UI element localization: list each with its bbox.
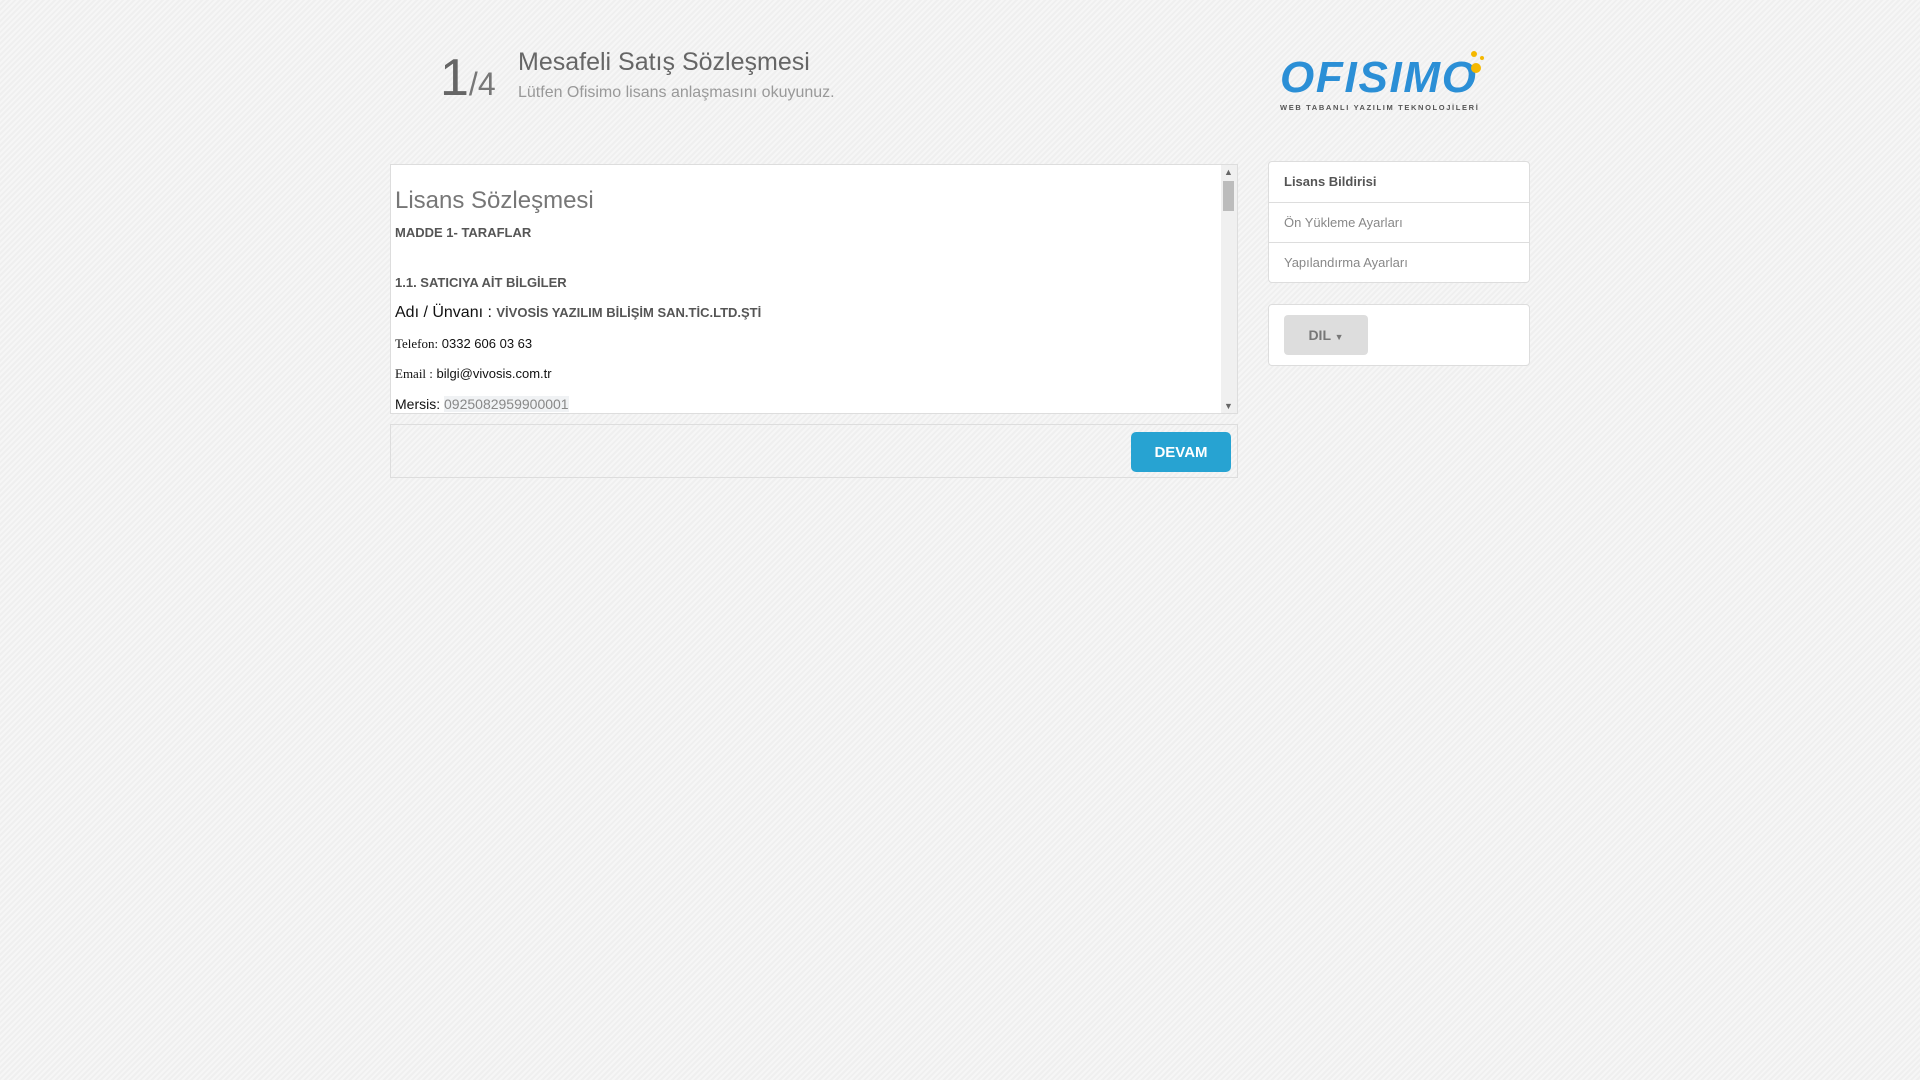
phone-label: Telefon: [395, 336, 439, 351]
menu-item-license-notice[interactable]: Lisans Bildirisi [1269, 162, 1529, 202]
email-value: bilgi@vivosis.com.tr [436, 366, 552, 381]
mersis-label: Mersis: [395, 396, 441, 412]
ofisimo-logo: OFISIMO WEB TABANLI YAZILIM TEKNOLOJİLER… [1280, 51, 1484, 112]
contract-section: 1.1. SATICIYA AİT BİLGİLER [395, 275, 567, 290]
contract-scroll-area[interactable]: Lisans Sözleşmesi MADDE 1- TARAFLAR 1.1.… [390, 164, 1238, 414]
caret-down-icon: ▼ [1334, 332, 1344, 342]
scroll-down-icon[interactable]: ▼ [1224, 401, 1233, 411]
continue-button[interactable]: DEVAM [1131, 432, 1231, 472]
svg-text:WEB TABANLI YAZILIM TEKNOLOJİL: WEB TABANLI YAZILIM TEKNOLOJİLERİ [1280, 103, 1480, 112]
scroll-up-icon[interactable]: ▲ [1224, 167, 1233, 177]
email-label: Email : [395, 366, 433, 381]
name-label: Adı / Ünvanı : [395, 304, 492, 321]
mersis-value: 0925082959900001 [444, 396, 569, 412]
step-current: 1 [440, 49, 469, 107]
page-subtitle: Lütfen Ofisimo lisans anlaşmasını okuyun… [518, 84, 835, 101]
language-dropdown[interactable]: DIL ▼ [1284, 315, 1368, 355]
steps-menu: Lisans Bildirisi Ön Yükleme Ayarları Yap… [1268, 161, 1530, 283]
page-title: Mesafeli Satış Sözleşmesi [518, 48, 810, 76]
scrollbar-thumb[interactable] [1223, 181, 1234, 211]
action-bar: DEVAM [390, 424, 1238, 478]
scrollbar[interactable]: ▲ ▼ [1221, 165, 1237, 413]
step-total: /4 [468, 66, 496, 102]
contract-heading: Lisans Sözleşmesi [395, 187, 594, 214]
menu-item-preload-settings[interactable]: Ön Yükleme Ayarları [1269, 202, 1529, 242]
language-label: DIL [1308, 327, 1331, 343]
name-value: VİVOSİS YAZILIM BİLİŞİM SAN.TİC.LTD.ŞTİ [496, 305, 762, 320]
contract-article: MADDE 1- TARAFLAR [395, 225, 532, 240]
language-panel: DIL ▼ [1268, 304, 1530, 366]
svg-text:OFISIMO: OFISIMO [1280, 53, 1476, 102]
menu-item-configuration-settings[interactable]: Yapılandırma Ayarları [1269, 242, 1529, 282]
step-indicator: 1/4 [440, 48, 496, 108]
phone-value: 0332 606 03 63 [441, 336, 533, 351]
